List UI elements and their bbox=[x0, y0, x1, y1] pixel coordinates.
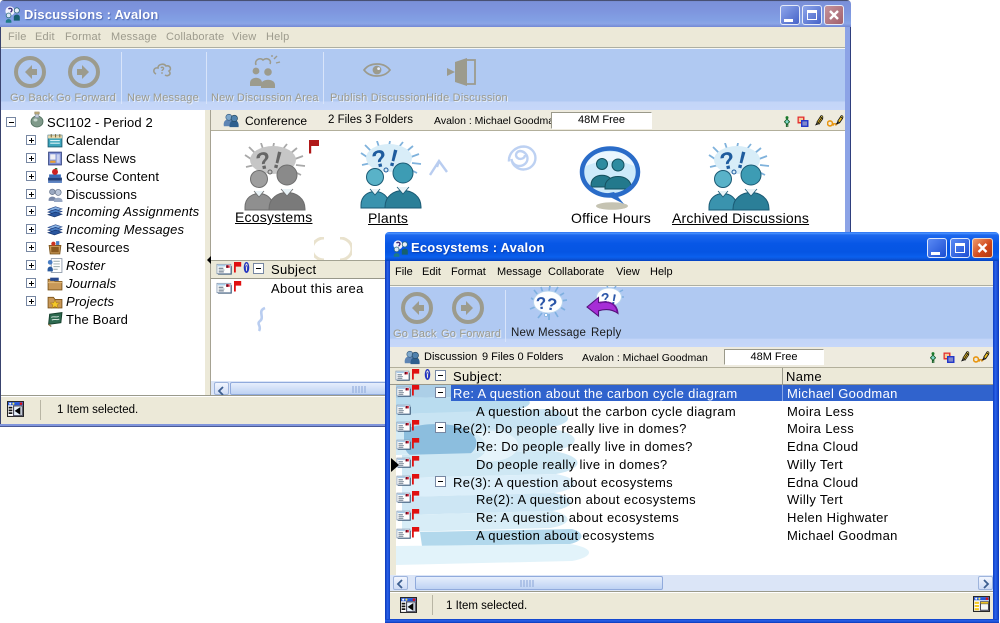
svg-text:?: ? bbox=[545, 294, 559, 315]
